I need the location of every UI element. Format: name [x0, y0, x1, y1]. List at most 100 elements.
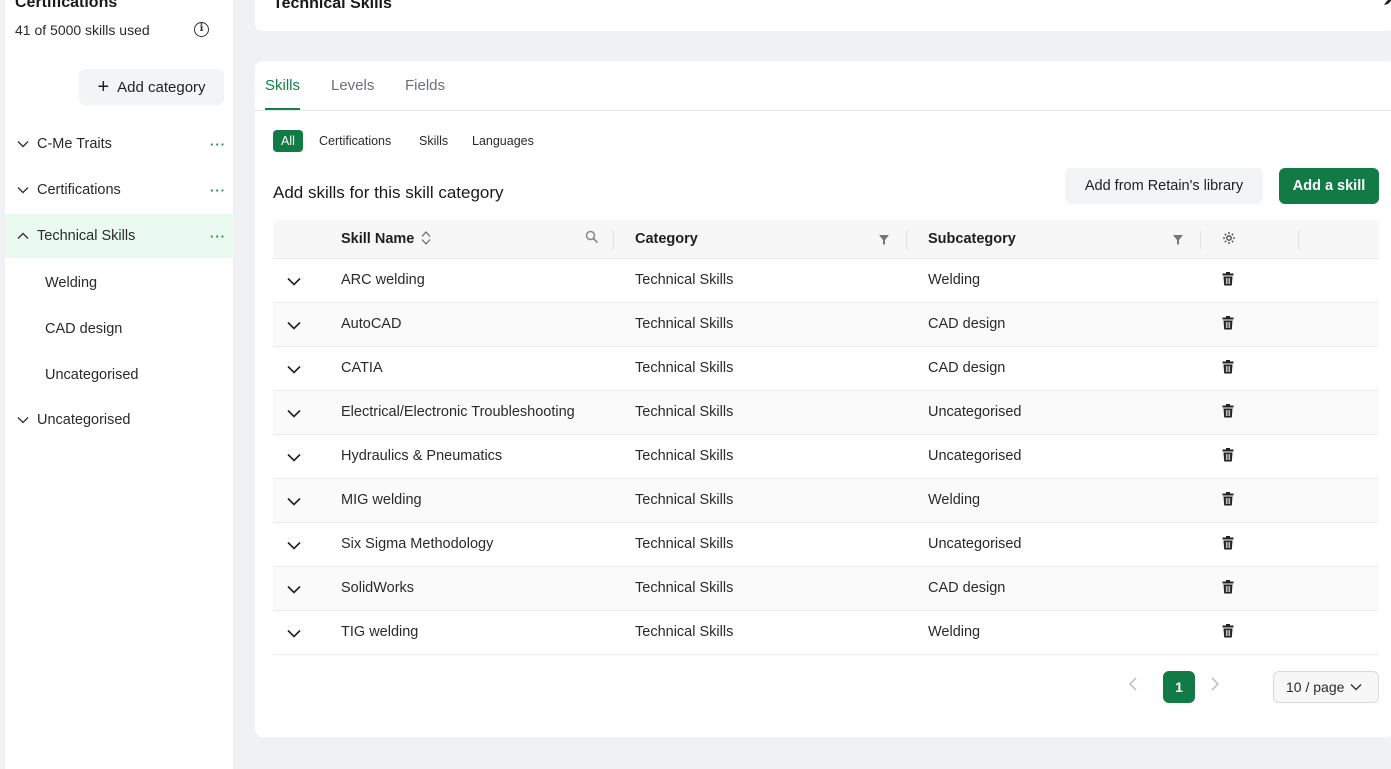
- column-divider: [906, 230, 907, 250]
- filter-languages[interactable]: Languages: [464, 130, 542, 152]
- filter-skills[interactable]: Skills: [411, 130, 456, 152]
- table-row[interactable]: Hydraulics & Pneumatics Technical Skills U…: [273, 435, 1379, 479]
- main-card: Skills Levels Fields All Certifications …: [255, 61, 1391, 737]
- pagination-prev-icon[interactable]: [1128, 676, 1138, 697]
- subcategory-cell: Welding: [928, 272, 981, 288]
- trash-icon[interactable]: [1222, 536, 1234, 555]
- chevron-up-icon: [16, 232, 30, 240]
- table-row[interactable]: SolidWorks Technical Skills CAD design: [273, 567, 1379, 611]
- tab-levels[interactable]: Levels: [331, 77, 374, 94]
- tab-skills[interactable]: Skills: [265, 77, 300, 94]
- column-header-label: Skill Name: [341, 231, 415, 247]
- expand-chevron-icon[interactable]: [287, 625, 301, 643]
- add-from-library-button[interactable]: Add from Retain's library: [1065, 168, 1263, 204]
- sort-icon[interactable]: [421, 231, 431, 245]
- table-row[interactable]: CATIA Technical Skills CAD design: [273, 347, 1379, 391]
- chevron-down-icon: [16, 186, 30, 194]
- table-body: ARC welding Technical Skills Welding AutoCA…: [273, 259, 1379, 655]
- skill-name-cell: CATIA: [341, 360, 383, 376]
- tab-fields[interactable]: Fields: [405, 77, 445, 94]
- subcategory-cell: Uncategorised: [928, 404, 1022, 420]
- table-row[interactable]: ARC welding Technical Skills Welding: [273, 259, 1379, 303]
- table-row[interactable]: Electrical/Electronic Troubleshooting Tec…: [273, 391, 1379, 435]
- pagination-page-current[interactable]: 1: [1163, 671, 1195, 703]
- page-size-value: 10 / page: [1286, 679, 1345, 695]
- settings-gear-icon[interactable]: [1222, 231, 1236, 250]
- subcategory-cell: CAD design: [928, 580, 1006, 596]
- category-cell: Technical Skills: [635, 316, 734, 332]
- plus-icon: +: [97, 76, 110, 98]
- skills-table: Skill Name Category Subcategory ARC weld…: [273, 220, 1379, 655]
- more-options-icon[interactable]: ···: [210, 229, 226, 244]
- filter-icon[interactable]: [878, 233, 890, 251]
- trash-icon[interactable]: [1222, 360, 1234, 379]
- page-size-select[interactable]: 10 / page: [1273, 671, 1379, 703]
- trash-icon[interactable]: [1222, 580, 1234, 599]
- trash-icon[interactable]: [1222, 272, 1234, 291]
- subcategory-cell: Welding: [928, 492, 981, 508]
- add-skill-button[interactable]: Add a skill: [1279, 168, 1379, 204]
- subcategory-cell: CAD design: [928, 360, 1006, 376]
- sidebar-item-technical-skills[interactable]: Technical Skills ···: [5, 214, 234, 258]
- skill-name-cell: MIG welding: [341, 492, 422, 508]
- trash-icon[interactable]: [1222, 448, 1234, 467]
- more-options-icon[interactable]: ···: [210, 183, 226, 198]
- trash-icon[interactable]: [1222, 316, 1234, 335]
- column-header-category[interactable]: Category: [635, 231, 698, 247]
- table-row[interactable]: MIG welding Technical Skills Welding: [273, 479, 1379, 523]
- sidebar-item-c-me-traits[interactable]: C-Me Traits ···: [5, 122, 234, 166]
- column-header-subcategory[interactable]: Subcategory: [928, 231, 1016, 247]
- sidebar-subitem-uncategorised[interactable]: Uncategorised: [45, 367, 139, 383]
- subcategory-cell: Welding: [928, 624, 981, 640]
- trash-icon[interactable]: [1222, 492, 1234, 511]
- search-icon[interactable]: [585, 230, 599, 249]
- category-cell: Technical Skills: [635, 536, 734, 552]
- trash-icon[interactable]: [1222, 624, 1234, 643]
- expand-chevron-icon[interactable]: [287, 317, 301, 335]
- column-divider: [1200, 230, 1201, 250]
- active-tab-indicator: [265, 108, 300, 110]
- sidebar-item-label: Certifications: [37, 182, 121, 198]
- category-cell: Technical Skills: [635, 492, 734, 508]
- category-cell: Technical Skills: [635, 448, 734, 464]
- sidebar-item-certifications[interactable]: Certifications ···: [5, 168, 234, 212]
- filter-certifications[interactable]: Certifications: [311, 130, 399, 152]
- filter-all[interactable]: All: [273, 130, 303, 152]
- skills-usage-text: 41 of 5000 skills used: [15, 22, 150, 38]
- skill-name-cell: Electrical/Electronic Troubleshooting: [341, 404, 575, 420]
- chevron-down-icon: [16, 140, 30, 148]
- page-title: Technical Skills: [273, 0, 392, 12]
- pencil-icon[interactable]: [1383, 0, 1391, 11]
- sidebar-item-uncategorised[interactable]: Uncategorised: [5, 398, 234, 442]
- expand-chevron-icon[interactable]: [287, 537, 301, 555]
- expand-chevron-icon[interactable]: [287, 361, 301, 379]
- more-options-icon[interactable]: ···: [210, 137, 226, 152]
- trash-icon[interactable]: [1222, 404, 1234, 423]
- expand-chevron-icon[interactable]: [287, 493, 301, 511]
- table-row[interactable]: Six Sigma Methodology Technical Skills Unc…: [273, 523, 1379, 567]
- filter-icon[interactable]: [1172, 233, 1184, 251]
- table-row[interactable]: AutoCAD Technical Skills CAD design: [273, 303, 1379, 347]
- table-row[interactable]: TIG welding Technical Skills Welding: [273, 611, 1379, 655]
- sidebar-item-label: Technical Skills: [37, 228, 136, 244]
- info-icon[interactable]: i: [194, 22, 209, 37]
- column-header-skill-name[interactable]: Skill Name: [341, 231, 431, 247]
- subcategory-cell: Uncategorised: [928, 536, 1022, 552]
- add-category-label: Add category: [117, 78, 206, 96]
- category-cell: Technical Skills: [635, 580, 734, 596]
- expand-chevron-icon[interactable]: [287, 449, 301, 467]
- header-card: Technical Skills: [255, 0, 1391, 31]
- add-category-button[interactable]: + Add category: [79, 69, 224, 105]
- chevron-down-icon: [16, 416, 30, 424]
- expand-chevron-icon[interactable]: [287, 273, 301, 291]
- sidebar-subitem-cad-design[interactable]: CAD design: [45, 321, 122, 337]
- skill-name-cell: ARC welding: [341, 272, 425, 288]
- expand-chevron-icon[interactable]: [287, 581, 301, 599]
- pagination-next-icon[interactable]: [1210, 676, 1220, 697]
- sidebar: Certifications 41 of 5000 skills used i …: [5, 0, 234, 769]
- category-cell: Technical Skills: [635, 272, 734, 288]
- sidebar-subitem-welding[interactable]: Welding: [45, 275, 97, 291]
- skill-name-cell: TIG welding: [341, 624, 419, 640]
- expand-chevron-icon[interactable]: [287, 405, 301, 423]
- category-cell: Technical Skills: [635, 624, 734, 640]
